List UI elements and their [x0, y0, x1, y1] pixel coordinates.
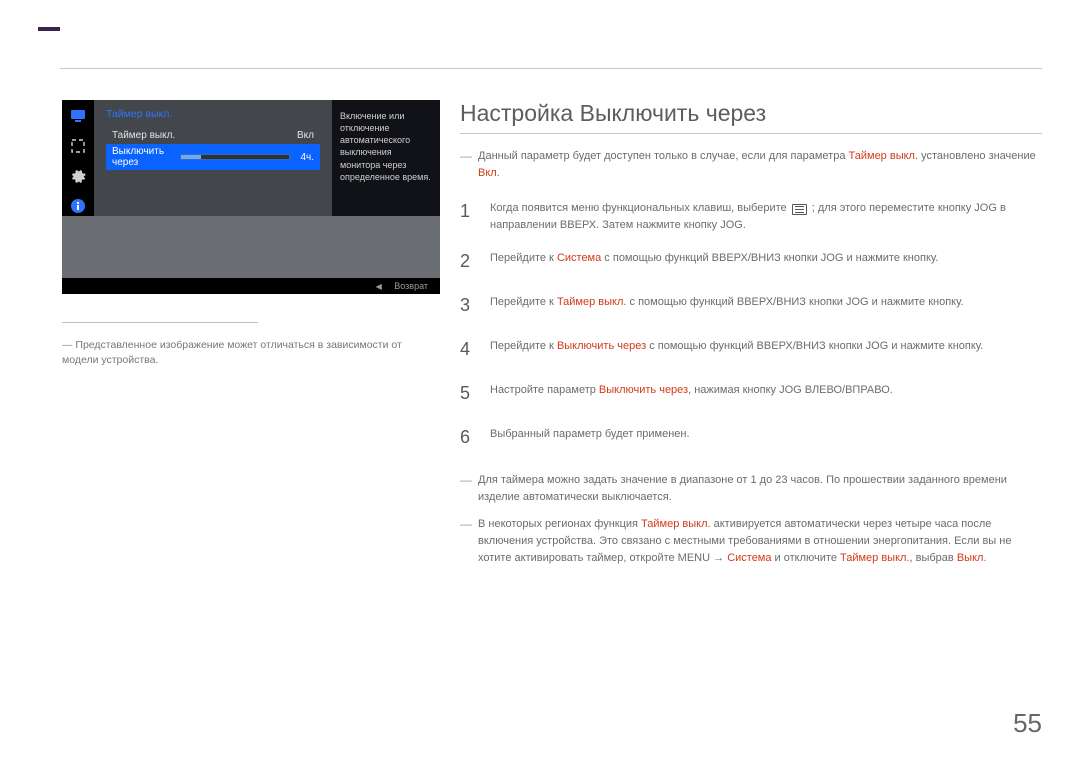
caption-text: Представленное изображение может отличат…	[62, 339, 402, 366]
step-5: Настройте параметр Выключить через, нажи…	[460, 374, 1042, 418]
text: .	[983, 552, 986, 564]
footnote-dash: ―	[460, 150, 472, 162]
footnote-2: ― В некоторых регионах функция Таймер вы…	[460, 516, 1042, 567]
osd-preview-area	[62, 216, 440, 278]
text: Перейдите к	[490, 296, 557, 308]
header-rule	[60, 68, 1042, 69]
header-stripe	[0, 27, 1080, 31]
monitor-icon	[68, 106, 88, 126]
osd-description: Включение или отключение автоматического…	[332, 100, 440, 216]
text: .	[497, 167, 500, 179]
osd-screenshot: Таймер выкл. Таймер выкл. Вкл Выключить …	[62, 100, 440, 294]
steps-list: Когда появится меню функциональных клави…	[460, 192, 1042, 462]
frame-icon	[68, 136, 88, 156]
em-text: Система	[557, 252, 601, 264]
text: Перейдите к	[490, 340, 557, 352]
text: с помощью функций ВВЕРХ/ВНИЗ кнопки JOG …	[626, 296, 963, 308]
step-3: Перейдите к Таймер выкл. с помощью функц…	[460, 286, 1042, 330]
title-rule	[460, 133, 1042, 134]
osd-nav-left-icon: ◀	[376, 282, 382, 291]
text: установлено значение	[918, 150, 1036, 162]
osd-caption: ― Представленное изображение может отлич…	[62, 338, 422, 368]
footnote-1: ― Для таймера можно задать значение в ди…	[460, 472, 1042, 506]
osd-footer: ◀ Возврат	[62, 278, 440, 294]
text: Когда появится меню функциональных клави…	[490, 202, 790, 214]
footnote-dash: ―	[460, 474, 472, 486]
em-text: Выкл	[957, 552, 984, 564]
osd-menu: Таймер выкл. Таймер выкл. Вкл Выключить …	[94, 100, 332, 216]
osd-row-value: 4ч.	[300, 152, 314, 163]
step-6: Выбранный параметр будет применен.	[460, 418, 1042, 462]
osd-row-turnoff-selected: Выключить через 4ч.	[106, 144, 320, 170]
osd-row-label: Выключить через	[112, 146, 172, 168]
intro-note: ― Данный параметр будет доступен только …	[460, 148, 1042, 182]
menu-icon	[792, 204, 807, 215]
text: Перейдите к	[490, 252, 557, 264]
osd-footer-return: Возврат	[394, 281, 428, 291]
info-icon	[68, 196, 88, 216]
gear-icon	[68, 166, 88, 186]
em-text: Выключить через	[557, 340, 646, 352]
text: Для таймера можно задать значение в диап…	[478, 472, 1042, 506]
page-title: Настройка Выключить через	[460, 100, 1042, 127]
osd-title: Таймер выкл.	[106, 108, 320, 120]
osd-row-timer: Таймер выкл. Вкл	[106, 128, 320, 143]
text: , нажимая кнопку JOG ВЛЕВО/ВПРАВО.	[688, 384, 893, 396]
text: с помощью функций ВВЕРХ/ВНИЗ кнопки JOG …	[646, 340, 983, 352]
osd-row-label: Таймер выкл.	[112, 130, 175, 141]
step-1: Когда появится меню функциональных клави…	[460, 192, 1042, 242]
page-number: 55	[1013, 708, 1042, 739]
text: В некоторых регионах функция	[478, 518, 641, 530]
text: Настройте параметр	[490, 384, 599, 396]
step-4: Перейдите к Выключить через с помощью фу…	[460, 330, 1042, 374]
text: и отключите	[772, 552, 841, 564]
step-2: Перейдите к Система с помощью функций ВВ…	[460, 242, 1042, 286]
footnote-dash: ―	[62, 339, 75, 351]
osd-slider	[180, 154, 290, 160]
footnote-dash: ―	[460, 518, 472, 530]
caption-rule	[62, 322, 258, 323]
em-text: Выключить через	[599, 384, 688, 396]
text: , выбрав	[910, 552, 957, 564]
em-text: Вкл	[478, 167, 497, 179]
em-text: Таймер выкл.	[557, 296, 627, 308]
text: Данный параметр будет доступен только в …	[478, 150, 849, 162]
osd-sidebar	[62, 100, 94, 216]
em-text: Система	[727, 552, 771, 564]
osd-row-value: Вкл	[297, 130, 314, 141]
em-text: Таймер выкл.	[641, 518, 711, 530]
em-text: Таймер выкл.	[840, 552, 910, 564]
text: Выбранный параметр будет применен.	[490, 426, 690, 443]
em-text: Таймер выкл.	[849, 150, 919, 162]
text: с помощью функций ВВЕРХ/ВНИЗ кнопки JOG …	[601, 252, 938, 264]
